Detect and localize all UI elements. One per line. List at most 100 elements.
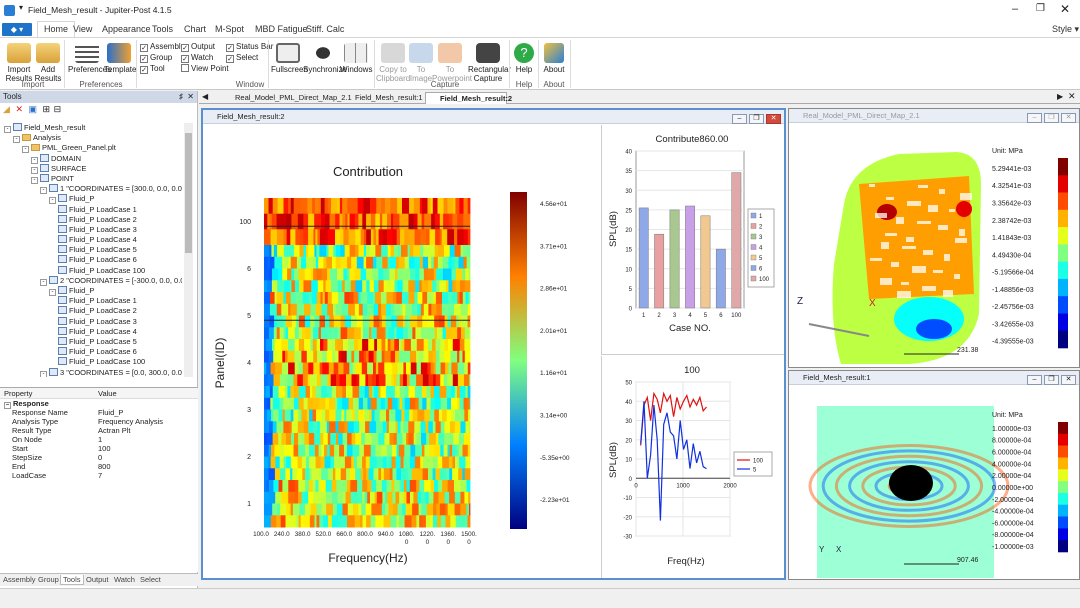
bottom-window-titlebar[interactable]: Field_Mesh_result:1 – ❐ ✕	[789, 371, 1079, 385]
template-button[interactable]: Template	[104, 43, 136, 74]
tree-item[interactable]: Fluid_P LoadCase 6	[4, 347, 182, 357]
pin-icon[interactable]: ♯	[179, 91, 183, 103]
import-results-button[interactable]: Import Results	[4, 43, 34, 83]
assembly-checkbox[interactable]: ✓ Assemble	[140, 42, 185, 52]
minimize-button[interactable]: –	[1012, 3, 1018, 15]
minimize-button[interactable]: –	[1027, 375, 1042, 385]
tree-item[interactable]: -1 "COORDINATES = [300.0, 0.0, 0.0]"	[4, 184, 182, 195]
collapse-icon[interactable]: -	[49, 289, 56, 296]
tool-checkbox[interactable]: ✓ Tool	[140, 64, 165, 74]
group-checkbox[interactable]: ✓ Group	[140, 53, 172, 63]
expand-icon[interactable]: ⊞	[43, 104, 51, 114]
tree-item[interactable]: Fluid_P LoadCase 1	[4, 296, 182, 306]
top-window-titlebar[interactable]: Real_Model_PML_Direct_Map_2.1 – ❐ ✕	[789, 109, 1079, 123]
quick-access-icon[interactable]: ▾	[19, 3, 23, 12]
add-results-button[interactable]: Add Results	[34, 43, 62, 83]
tree-item[interactable]: Fluid_P LoadCase 100	[4, 265, 182, 276]
windows-button[interactable]: Windows	[340, 43, 372, 74]
main-chart-window[interactable]: Field_Mesh_result:2 – ❐ ✕ Contribution 100 6…	[201, 108, 786, 580]
tree-item[interactable]: Fluid_P LoadCase 100	[4, 357, 182, 367]
tab-scroll-right-icon[interactable]: ▶	[1057, 92, 1063, 101]
bar[interactable]	[731, 172, 742, 309]
props-section[interactable]: – Response	[0, 399, 198, 409]
tree-item[interactable]: - Field_Mesh_result	[4, 123, 182, 133]
tree-item[interactable]: Fluid_P LoadCase 3	[4, 224, 182, 235]
collapse-icon[interactable]: -	[31, 176, 38, 184]
collapse-icon[interactable]: -	[22, 146, 29, 154]
contour-view-top[interactable]: Z X231.38Unit: MPa5.29441e-034.32541e-033…	[789, 124, 1079, 368]
tab-scroll-left-icon[interactable]: ◀	[202, 92, 208, 101]
property-row[interactable]: Result Type Actran Plt	[0, 426, 198, 435]
synchronize-button[interactable]: Synchronize	[303, 43, 347, 74]
tree-item[interactable]: Fluid_P LoadCase 3	[4, 316, 182, 327]
save-icon[interactable]: ▣	[29, 104, 38, 114]
minimize-button[interactable]: –	[1027, 113, 1042, 123]
tab-select[interactable]: Select	[140, 575, 161, 584]
view-point-checkbox[interactable]: View Point	[181, 64, 229, 74]
tab-home[interactable]: Home	[37, 21, 76, 37]
tab-tools[interactable]: Tools	[60, 575, 84, 585]
close-button[interactable]: ✕	[766, 114, 781, 124]
collapse-icon[interactable]: -	[40, 187, 47, 195]
main-window-titlebar[interactable]: Field_Mesh_result:2 – ❐ ✕	[203, 110, 784, 124]
restore-button[interactable]: ❐	[1044, 375, 1059, 385]
close-button[interactable]: ✕	[1061, 375, 1076, 385]
maximize-button[interactable]: ❐	[1036, 3, 1045, 14]
style-menu[interactable]: Style ▾	[1052, 24, 1079, 35]
collapse-icon[interactable]: -	[40, 278, 47, 286]
bar[interactable]	[715, 248, 726, 309]
line-chart[interactable]: 100-30-20-10010203040500 1000 20001005Freq…	[601, 356, 784, 578]
contour-window-bottom[interactable]: Field_Mesh_result:1 – ❐ ✕ Y X 907.46 Unit: MP…	[788, 370, 1080, 580]
app-menu-button[interactable]: ◆ ▾	[2, 23, 32, 36]
property-row[interactable]: On Node 1	[0, 435, 198, 444]
about-button[interactable]: About	[541, 43, 567, 74]
collapse-icon[interactable]: -	[31, 166, 38, 174]
tab-assembly[interactable]: Assembly	[3, 575, 36, 584]
property-row[interactable]: Start 100	[0, 444, 198, 453]
collapse-icon[interactable]: -	[4, 126, 11, 133]
to-powerpoint-button[interactable]: To Powerpoint	[432, 43, 472, 83]
tree-item[interactable]: - Analysis	[4, 133, 182, 144]
tree-item[interactable]: Fluid_P LoadCase 5	[4, 336, 182, 347]
select-checkbox[interactable]: ✓ Select	[226, 53, 258, 63]
tab-output[interactable]: Output	[86, 575, 109, 584]
fullscreen-button[interactable]: Fullscreen	[271, 43, 308, 74]
collapse-icon[interactable]: ⊟	[54, 104, 62, 114]
tree-item[interactable]: Fluid_P LoadCase 4	[4, 326, 182, 337]
tree-item[interactable]: Fluid_P LoadCase 4	[4, 235, 182, 245]
property-row[interactable]: Analysis Type Frequency Analysis	[0, 417, 198, 426]
bar[interactable]	[700, 215, 711, 309]
tree-item[interactable]: Fluid_P LoadCase 1	[4, 204, 182, 215]
property-row[interactable]: Response Name Fluid_P	[0, 408, 198, 417]
tree-item[interactable]: Fluid_P LoadCase 2	[4, 214, 182, 225]
tree-item[interactable]: - PML_Green_Panel.plt	[4, 143, 182, 154]
property-row[interactable]: LoadCase 7	[0, 471, 198, 480]
tab-tools[interactable]: Tools	[152, 24, 173, 34]
rectangular-capture-button[interactable]: Rectangular Capture	[468, 43, 511, 83]
tree-item[interactable]: -2 "COORDINATES = [-300.0, 0.0, 0.0]"	[4, 275, 182, 286]
preferences-button[interactable]: Preferences	[68, 43, 111, 74]
doc-tab-field-mesh-1[interactable]: Field_Mesh_result:1	[341, 92, 425, 104]
tree-item[interactable]: - SURFACE	[4, 163, 182, 174]
tree-item[interactable]: - POINT	[4, 173, 182, 184]
close-button[interactable]: ✕	[1061, 113, 1076, 123]
tab-group[interactable]: Group	[38, 575, 59, 584]
tree-scrollbar[interactable]	[184, 123, 193, 377]
contour-window-top[interactable]: Real_Model_PML_Direct_Map_2.1 – ❐ ✕ Z X 231.…	[788, 108, 1080, 368]
bar[interactable]	[685, 205, 695, 309]
tab-mbd-fatigue[interactable]: MBD Fatigue	[255, 24, 308, 34]
to-image-button[interactable]: To Image	[408, 43, 434, 83]
minimize-button[interactable]: –	[732, 114, 747, 124]
tree-item[interactable]: - Fluid_P	[4, 194, 182, 205]
collapse-icon[interactable]: -	[13, 136, 20, 144]
tree-item[interactable]: - Fluid_P	[4, 286, 182, 296]
status-bar-checkbox[interactable]: ✓ Status Bar	[226, 42, 273, 52]
tree-item[interactable]: -3 "COORDINATES = [0.0, 300.0, 0.0]"	[4, 367, 182, 377]
scroll-thumb[interactable]	[185, 133, 192, 253]
collapse-icon[interactable]: -	[49, 197, 56, 205]
tree-item[interactable]: Fluid_P LoadCase 2	[4, 306, 182, 316]
tab-stiff-calc[interactable]: Stiff. Calc	[306, 24, 344, 34]
tab-chart[interactable]: Chart	[184, 24, 206, 34]
collapse-icon[interactable]: -	[31, 156, 38, 164]
watch-checkbox[interactable]: ✓ Watch	[181, 53, 213, 63]
